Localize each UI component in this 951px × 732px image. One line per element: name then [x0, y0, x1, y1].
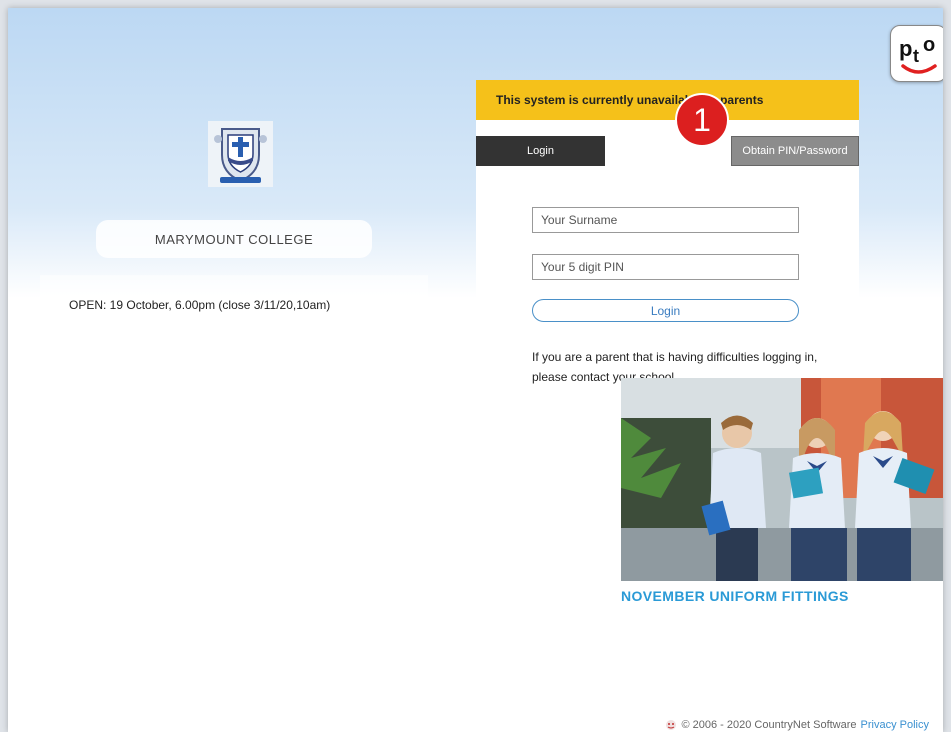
school-name: MARYMOUNT COLLEGE [96, 220, 372, 258]
page-container: p t o MARYMOUNT COLLEGE OPEN: 19 October… [8, 8, 943, 732]
countrynet-icon [666, 720, 677, 730]
svg-text:t: t [913, 46, 919, 66]
privacy-policy-link[interactable]: Privacy Policy [861, 719, 929, 731]
svg-text:p: p [899, 36, 912, 61]
system-notice: This system is currently unavailable to … [476, 80, 859, 120]
copyright-text: © 2006 - 2020 CountryNet Software [681, 719, 857, 731]
promo-caption[interactable]: NOVEMBER UNIFORM FITTINGS [621, 588, 849, 604]
school-crest-icon [208, 121, 273, 187]
pin-input[interactable] [532, 254, 799, 280]
annotation-badge: 1 [675, 93, 729, 147]
uniform-promo-image[interactable] [621, 378, 943, 581]
tab-obtain-pin[interactable]: Obtain PIN/Password [731, 136, 859, 166]
login-panel: This system is currently unavailable to … [476, 80, 859, 416]
tab-login[interactable]: Login [476, 136, 605, 166]
surname-input[interactable] [532, 207, 799, 233]
footer: © 2006 - 2020 CountryNet Software Privac… [665, 719, 929, 731]
login-button[interactable]: Login [532, 299, 799, 322]
pto-logo-icon[interactable]: p t o [890, 25, 943, 82]
announcement-text: OPEN: 19 October, 6.00pm (close 3/11/20,… [69, 298, 331, 312]
svg-text:o: o [923, 34, 935, 56]
